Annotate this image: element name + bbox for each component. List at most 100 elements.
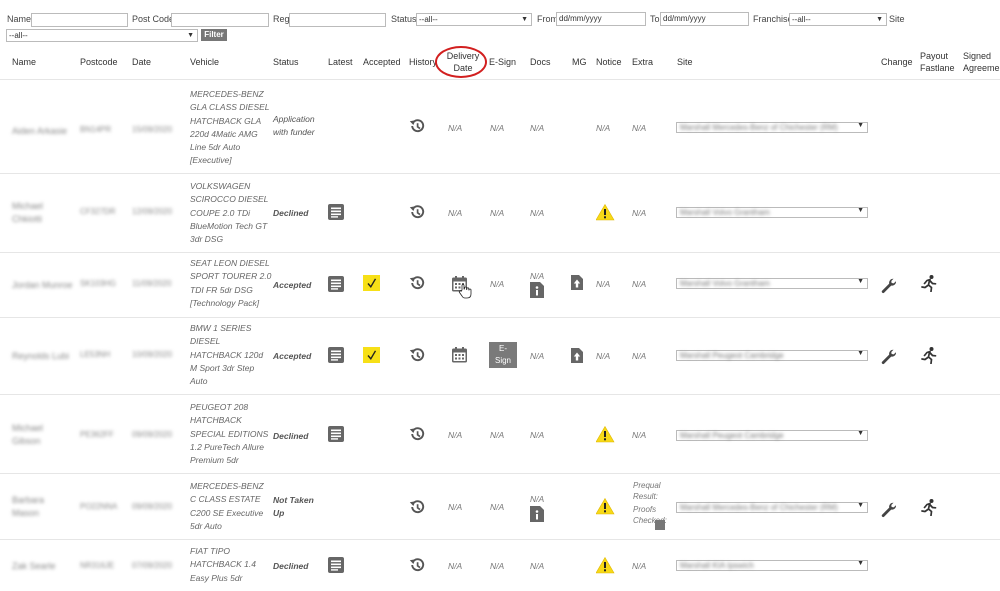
esign-value: N/A: [490, 561, 505, 571]
postcode-filter-label: Post Code: [132, 14, 175, 24]
postcode-filter-input[interactable]: [171, 13, 269, 27]
to-date-input[interactable]: dd/mm/yyyy: [660, 12, 749, 26]
warning-icon[interactable]: [596, 426, 615, 443]
warning-icon[interactable]: [596, 557, 615, 574]
name-filter-input[interactable]: [31, 13, 128, 27]
esign-value: N/A: [490, 123, 505, 133]
column-header-mg[interactable]: MG: [572, 56, 587, 68]
customer-name[interactable]: Aiden Arkasie: [12, 126, 67, 136]
history-icon[interactable]: [409, 347, 425, 363]
history-icon[interactable]: [409, 204, 425, 220]
table-row[interactable]: Jordan Munroe SK103HG 11/09/2020 SEAT LE…: [0, 253, 1000, 317]
delivery-date-value: N/A: [448, 561, 463, 571]
vehicle-description: VOLKSWAGEN SCIROCCO DIESEL COUPE 2.0 TDi…: [190, 181, 269, 245]
to-date-label: To: [650, 14, 660, 24]
signed-header-line2: Agreement: [963, 63, 1000, 73]
history-icon[interactable]: [409, 426, 425, 442]
upload-document-icon[interactable]: [571, 275, 583, 290]
site-select-value: Marshall Mercedes-Benz of Chichester (RM…: [680, 503, 838, 512]
extra-value: N/A: [632, 430, 647, 440]
history-icon[interactable]: [409, 557, 425, 573]
wrench-icon[interactable]: [881, 349, 897, 365]
info-document-icon[interactable]: [530, 282, 544, 298]
column-header-status[interactable]: Status: [273, 56, 299, 68]
column-header-payout-fastlane[interactable]: Payout Fastlane: [920, 50, 955, 74]
column-header-site[interactable]: Site: [677, 56, 693, 68]
status-value: Declined: [273, 208, 309, 218]
accepted-checkmark-icon[interactable]: [363, 275, 380, 291]
customer-name[interactable]: Zak Searle: [12, 561, 56, 571]
customer-name[interactable]: Reynolds Lubi: [12, 351, 69, 361]
latest-notes-icon[interactable]: [328, 204, 344, 220]
customer-name[interactable]: Michael Gibson: [12, 422, 67, 448]
history-icon[interactable]: [409, 499, 425, 515]
column-header-signed-agreement[interactable]: Signed Agreement: [963, 50, 1000, 74]
site-select[interactable]: Marshall Mercedes-Benz of Chichester (RM…: [676, 122, 868, 133]
customer-name[interactable]: Barbara Mason: [12, 494, 67, 520]
calendar-icon[interactable]: [452, 347, 467, 363]
site-select[interactable]: Marshall Mercedes-Benz of Chichester (RM…: [676, 502, 868, 513]
upload-document-icon[interactable]: [571, 348, 583, 363]
table-row[interactable]: Aiden Arkasie BN14PR 15/09/2020 MERCEDES…: [0, 80, 1000, 173]
esign-button[interactable]: E- Sign: [489, 342, 517, 368]
site-select[interactable]: Marshall Volvo Grantham ▼: [676, 207, 868, 218]
column-header-docs[interactable]: Docs: [530, 56, 551, 68]
warning-icon[interactable]: [596, 204, 615, 221]
wrench-icon[interactable]: [881, 278, 897, 294]
latest-notes-icon[interactable]: [328, 426, 344, 442]
site-select-value: Marshall KIA Ipswich: [680, 561, 754, 570]
latest-notes-icon[interactable]: [328, 276, 344, 292]
runner-icon[interactable]: [921, 275, 937, 292]
table-row[interactable]: Zak Searle NR316JE 07/09/2020 FIAT TIPO …: [0, 540, 1000, 591]
proofs-checked-checkbox[interactable]: [655, 520, 665, 530]
site-select[interactable]: Marshall KIA Ipswich ▼: [676, 560, 868, 571]
site-select[interactable]: Marshall Volvo Grantham ▼: [676, 278, 868, 289]
accepted-checkmark-icon[interactable]: [363, 347, 380, 363]
customer-name[interactable]: Jordan Munroe: [12, 280, 73, 290]
reg-filter-label: Reg: [273, 14, 290, 24]
column-header-date[interactable]: Date: [132, 56, 151, 68]
column-header-history[interactable]: History: [409, 56, 437, 68]
chevron-down-icon: ▼: [857, 430, 864, 437]
filter-button[interactable]: Filter: [201, 29, 227, 41]
franchise-filter-select[interactable]: --all-- ▼: [789, 13, 887, 26]
history-icon[interactable]: [409, 275, 425, 291]
site-filter-select[interactable]: --all-- ▼: [6, 29, 198, 42]
column-header-name[interactable]: Name: [12, 56, 36, 68]
column-header-latest[interactable]: Latest: [328, 56, 353, 68]
table-row[interactable]: Michael Gibson PE362FF 09/09/2020 PEUGEO…: [0, 395, 1000, 473]
column-header-change[interactable]: Change: [881, 56, 913, 68]
table-row[interactable]: Barbara Mason PO22NNA 09/09/2020 MERCEDE…: [0, 474, 1000, 539]
status-filter-value: --all--: [419, 15, 438, 24]
status-filter-select[interactable]: --all-- ▼: [416, 13, 532, 26]
site-select[interactable]: Marshall Peugeot Cambridge ▼: [676, 430, 868, 441]
table-row[interactable]: Michael Chkiotti CF327DR 12/09/2020 VOLK…: [0, 174, 1000, 252]
customer-name[interactable]: Michael Chkiotti: [12, 200, 67, 226]
table-row[interactable]: Reynolds Lubi LE53NH 10/09/2020 BMW 1 SE…: [0, 318, 1000, 394]
column-header-esign[interactable]: E-Sign: [489, 56, 516, 68]
from-date-input[interactable]: dd/mm/yyyy: [556, 12, 646, 26]
chevron-down-icon: ▼: [857, 350, 864, 357]
column-header-vehicle[interactable]: Vehicle: [190, 56, 219, 68]
warning-icon[interactable]: [596, 498, 615, 515]
column-header-postcode[interactable]: Postcode: [80, 56, 118, 68]
runner-icon[interactable]: [921, 499, 937, 516]
info-document-icon[interactable]: [530, 506, 544, 522]
status-value: Declined: [273, 561, 309, 571]
latest-notes-icon[interactable]: [328, 347, 344, 363]
column-header-notice[interactable]: Notice: [596, 56, 622, 68]
latest-notes-icon[interactable]: [328, 557, 344, 573]
column-header-extra[interactable]: Extra: [632, 56, 653, 68]
esign-value: N/A: [490, 430, 505, 440]
docs-value: N/A: [530, 494, 545, 504]
runner-icon[interactable]: [921, 347, 937, 364]
postcode-value: CF327DR: [80, 207, 116, 216]
site-select[interactable]: Marshall Peugeot Cambridge ▼: [676, 350, 868, 361]
column-header-accepted[interactable]: Accepted: [363, 56, 401, 68]
wrench-icon[interactable]: [881, 502, 897, 518]
site-filter-label: Site: [889, 14, 905, 24]
reg-filter-input[interactable]: [289, 13, 386, 27]
from-date-placeholder: dd/mm/yyyy: [559, 14, 602, 23]
chevron-down-icon: ▼: [857, 122, 864, 129]
history-icon[interactable]: [409, 118, 425, 134]
